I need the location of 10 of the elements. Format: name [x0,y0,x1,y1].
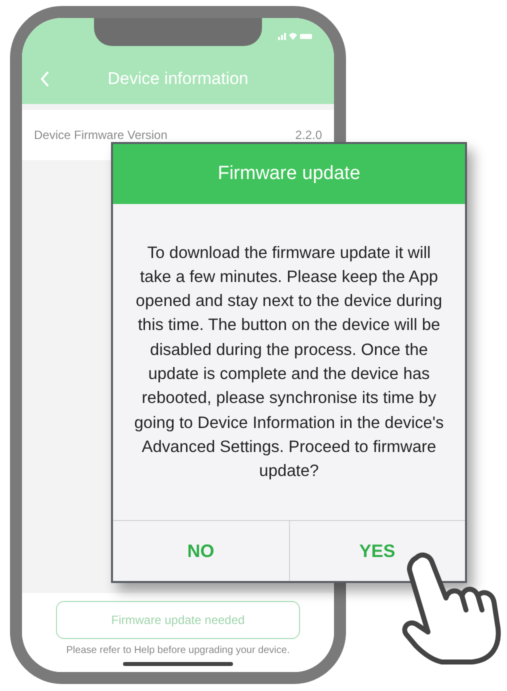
dialog-button[interactable]: NO [113,521,288,581]
row-label: Device Firmware Version [34,128,168,142]
dialog-message: To download the firmware update it will take a few minutes. Please keep the App opened and stay next to the device during this time. The button on the device will be disabled during the process. Once the update is complete and the device has rebooted, please synchronise its time by going to Device Information in the device's Advanced Settings. Proceed to firmware update? [133,242,445,482]
back-chevron-icon[interactable] [40,71,50,87]
firmware-update-button[interactable]: Firmware update needed [56,601,300,639]
footer-note: Please refer to Help before upgrading your device. [66,645,290,656]
row-value: 2.2.0 [295,128,322,142]
status-icons-icon [278,31,312,41]
dialog-title: Firmware update [218,163,360,185]
screen-title: Device information [106,69,250,89]
